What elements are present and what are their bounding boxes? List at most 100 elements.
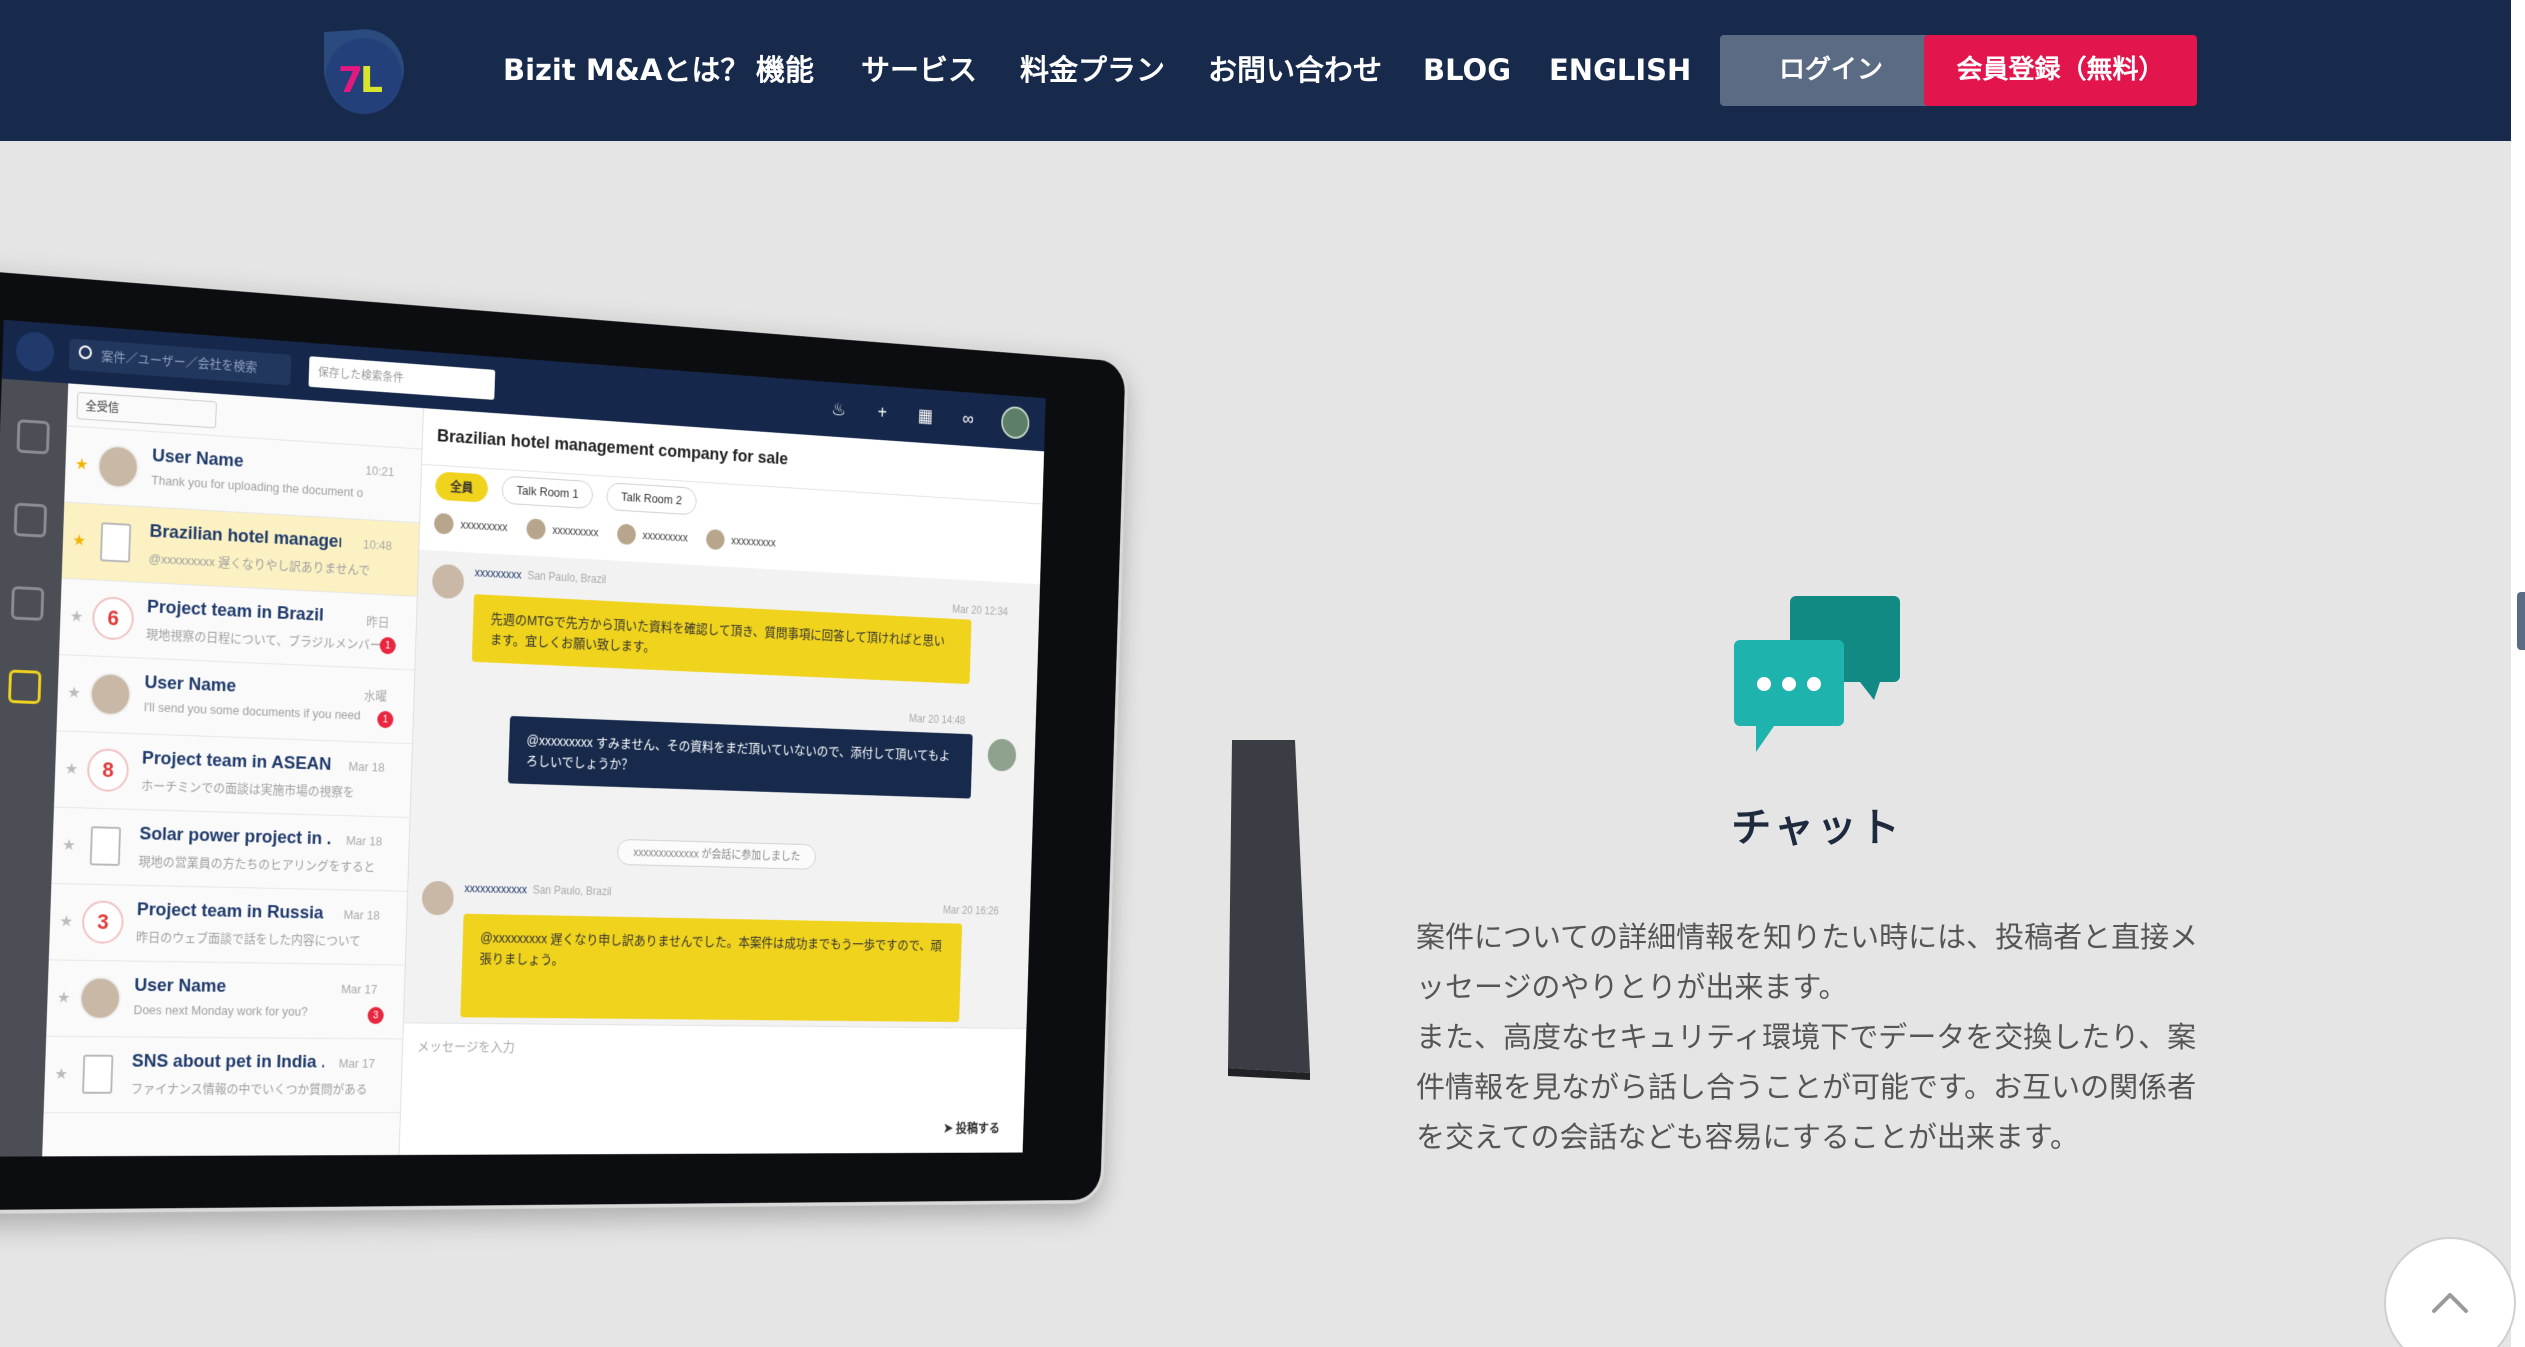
nav-about[interactable]: Bizit M&Aとは？	[503, 50, 749, 90]
star-icon: ★	[66, 684, 82, 702]
conversation-time: Mar 18	[343, 907, 381, 923]
message-bubble: @xxxxxxxxx すみません、その資料をまだ頂いていないので、添付して頂いて…	[507, 715, 973, 799]
member-list: xxxxxxxxx xxxxxxxxx xxxxxxxxx xxxxxxxxx	[433, 512, 776, 553]
chat-tab-room1: Talk Room 1	[501, 475, 594, 510]
conversation-time: Mar 17	[341, 981, 378, 997]
message-bubble: 先週のMTGで先方から頂いた資料を確認して頂き、質問事項に回答して頂ければと思い…	[471, 594, 972, 685]
schedule-icon	[10, 586, 45, 621]
conversation-preview: Does next Monday work for you?	[133, 1002, 309, 1019]
user-avatar	[1000, 405, 1030, 440]
conversation-title: Brazilian hotel managem...	[149, 521, 342, 553]
conversation-preview: ホーチミンでの面談は実施市場の視察を	[140, 778, 355, 800]
feature-paragraph: 案件についての詳細情報を知りたい時には、投稿者と直接メッセージのやりとりが出来ま…	[1416, 920, 2199, 1004]
chat-panel: Brazilian hotel management company for s…	[399, 408, 1045, 1155]
document-icon	[89, 826, 122, 866]
feature-description: 案件についての詳細情報を知りたい時には、投稿者と直接メッセージのやりとりが出来ま…	[1416, 912, 2216, 1162]
nav-pricing[interactable]: 料金プラン	[1020, 50, 1165, 90]
site-logo[interactable]: 7 L	[314, 22, 406, 120]
conversation-title: User Name	[134, 975, 227, 997]
top-navigation: 7 L Bizit M&Aとは？ 機能 サービス 料金プラン お問い合わせ BL…	[0, 0, 2511, 141]
member-chip: xxxxxxxxx	[526, 518, 599, 543]
chat-tab-room2: Talk Room 2	[606, 482, 697, 516]
conversation-time: 10:48	[362, 537, 393, 553]
star-icon: ★	[74, 456, 89, 474]
avatar	[78, 976, 122, 1020]
star-icon: ★	[72, 532, 87, 550]
conversation-title: Solar power project in ...	[139, 823, 332, 850]
project-number-badge: 6	[91, 595, 135, 641]
unread-badge: 1	[377, 710, 394, 729]
document-icon	[82, 1054, 114, 1094]
page-scrollbar[interactable]	[2511, 0, 2525, 1347]
chat-rail-icon	[7, 669, 42, 705]
list-filter: 全受信	[76, 391, 217, 429]
message-time: Mar 20 16:26	[942, 903, 999, 918]
side-tab[interactable]	[2517, 592, 2525, 650]
conversation-preview: 昨日のウェブ面談で話をした内容について	[135, 929, 362, 948]
member-chip: xxxxxxxxx	[433, 512, 508, 538]
message-avatar	[421, 880, 455, 916]
star-icon: ★	[64, 760, 79, 778]
conversation-preview: 現地視察の日程について、ブラジルメンバー	[145, 626, 382, 652]
conversation-time: 水曜	[363, 688, 388, 704]
conversation-time: Mar 17	[338, 1056, 376, 1071]
app-logo	[15, 330, 55, 373]
conversation-preview: ファイナンス情報の中でいくつか質問がある	[130, 1081, 368, 1097]
system-note: xxxxxxxxxxxxx が会話に参加しました	[616, 838, 817, 870]
nav-contact[interactable]: お問い合わせ	[1208, 50, 1382, 90]
chat-title: Brazilian hotel management company for s…	[436, 426, 789, 470]
conversation-title: SNS about pet in India ...	[131, 1051, 325, 1073]
saved-search-dropdown: 保存した検索条件	[308, 356, 496, 400]
star-icon: ★	[61, 837, 76, 855]
app-search-input: 案件／ユーザー／会社を検索	[68, 338, 292, 386]
nav-services[interactable]: サービス	[861, 50, 977, 90]
unread-badge: 1	[379, 636, 397, 655]
message-input: メッセージを入力	[416, 1038, 516, 1055]
conversation-row: ★ 3 Project team in Russia 昨日のウェブ面談で話をした内容に…	[48, 883, 408, 966]
calendar-icon: ▦	[917, 405, 934, 427]
message-area: xxxxxxxxx San Paulo, Brazil Mar 20 12:34…	[403, 549, 1041, 1029]
member-chip: xxxxxxxxx	[705, 528, 776, 553]
unread-badge: 3	[367, 1006, 384, 1025]
conversation-time: 昨日	[366, 614, 390, 630]
send-button: ➤ 投稿する	[943, 1120, 1001, 1135]
feature-paragraph: また、高度なセキュリティ環境下でデータを交換したり、案件情報を見ながら話し合うこ…	[1416, 1020, 2197, 1154]
add-user-icon: +	[877, 402, 888, 424]
conversation-preview: Thank you for uploading the document o	[151, 472, 364, 500]
handshake-icon: ∞	[962, 409, 975, 430]
scroll-to-top-button[interactable]	[2384, 1237, 2516, 1347]
conversation-row: ★ 8 Project team in ASEAN ホーチミンでの面談は実施市場の視察…	[53, 731, 413, 818]
chevron-up-icon	[2432, 1293, 2468, 1313]
conversation-list: 全受信 ★ User Name Thank you for uploading th…	[42, 383, 424, 1157]
star-icon: ★	[59, 913, 74, 931]
message-composer: メッセージを入力 ➤ 投稿する	[399, 1022, 1027, 1155]
nav-features[interactable]: 機能	[756, 50, 814, 90]
tablet-mockup: 案件／ユーザー／会社を検索 保存した検索条件 ♨ + ▦ ∞ 全受信 ★ User…	[0, 256, 1129, 1216]
home-icon	[16, 419, 50, 455]
conversation-row: ★ User Name I'll send you some documents i…	[56, 654, 415, 745]
nav-english[interactable]: ENGLISH	[1549, 50, 1691, 90]
conversation-row: ★ Solar power project in ... 現地の営業員の方たちのヒア…	[51, 807, 410, 892]
conversation-row: ★ SNS about pet in India ... ファイナンス情報の中でいく…	[43, 1036, 403, 1114]
conversation-time: 10:21	[365, 463, 395, 480]
conversation-title: Project team in Brazil	[146, 596, 325, 626]
register-button[interactable]: 会員登録（無料）	[1924, 35, 2197, 106]
chat-bubbles-icon	[1734, 596, 1900, 752]
message-bubble: @xxxxxxxxx 遅くなり申し訳ありませんでした。本案件は成功までもう一歩で…	[460, 913, 963, 1023]
conversation-time: Mar 18	[345, 833, 383, 849]
conversation-preview: I'll send you some documents if you need	[143, 699, 361, 723]
login-button[interactable]: ログイン	[1720, 35, 1942, 106]
message-time: Mar 20 12:34	[952, 602, 1009, 619]
conversation-row: ★ User Name Does next Monday work for you?…	[46, 960, 405, 1040]
project-number-badge: 8	[86, 748, 130, 793]
deals-icon	[13, 502, 48, 538]
avatar	[89, 671, 132, 717]
message-author: xxxxxxxxxxxx San Paulo, Brazil	[464, 881, 612, 899]
message-author: xxxxxxxxx San Paulo, Brazil	[474, 565, 607, 587]
document-icon	[99, 522, 132, 563]
message-avatar	[431, 563, 465, 600]
conversation-title: User Name	[144, 672, 237, 697]
star-icon: ★	[54, 1066, 69, 1083]
nav-blog[interactable]: BLOG	[1423, 50, 1511, 90]
star-icon: ★	[69, 608, 84, 626]
